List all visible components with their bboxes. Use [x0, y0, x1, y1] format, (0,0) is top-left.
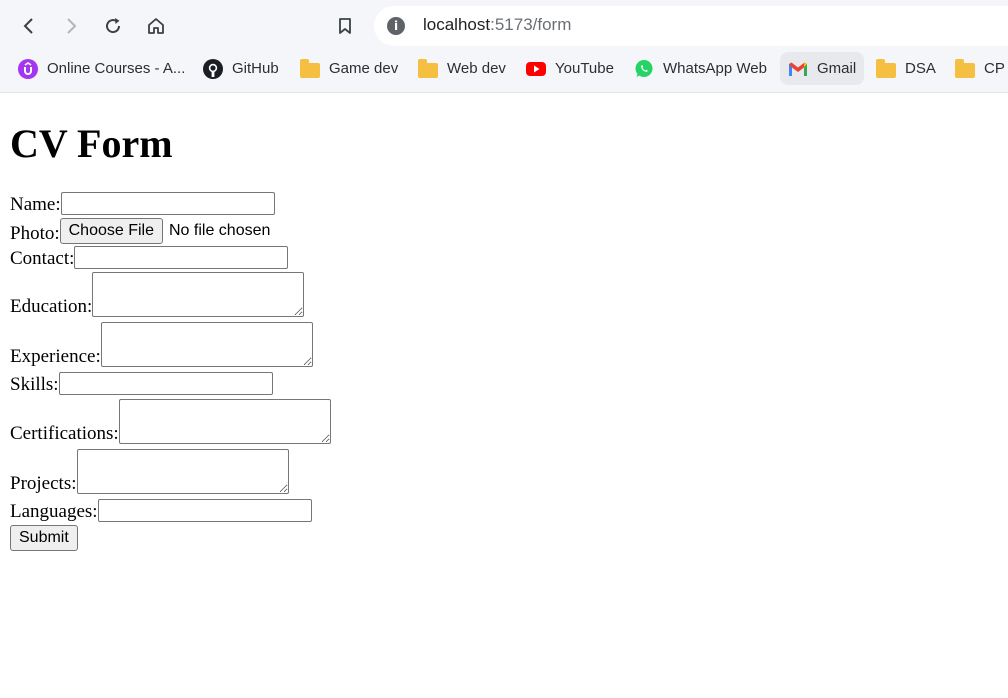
skills-row: Skills: [10, 372, 273, 395]
skills-label: Skills: [10, 374, 59, 395]
photo-label: Photo: [10, 223, 60, 244]
bookmark-star-button[interactable] [330, 11, 360, 41]
youtube-icon [526, 59, 546, 79]
bookmark-game-dev[interactable]: Game dev [300, 52, 398, 85]
home-button[interactable] [141, 11, 171, 41]
folder-icon [418, 58, 438, 79]
home-icon [148, 18, 164, 34]
languages-input[interactable] [97, 499, 312, 522]
back-button[interactable] [14, 11, 44, 41]
bookmark-label: Gmail [817, 60, 857, 77]
bookmark-dsa[interactable]: DSA [876, 52, 936, 85]
submit-row: Submit [10, 525, 78, 551]
address-bar[interactable]: i localhost:5173/form [374, 6, 1008, 46]
back-arrow-icon [23, 18, 33, 34]
folder-icon [955, 58, 975, 79]
gmail-icon [788, 59, 808, 79]
reload-button[interactable] [98, 11, 128, 41]
education-textarea[interactable] [92, 272, 305, 317]
no-file-text: No file chosen [169, 222, 271, 239]
photo-row: Photo: Choose File No file chosen [10, 218, 270, 244]
certifications-label: Certifications: [10, 423, 119, 444]
bookmark-label: YouTube [555, 60, 614, 77]
forward-button[interactable] [56, 11, 86, 41]
folder-icon [876, 58, 896, 79]
name-input[interactable] [60, 192, 275, 215]
projects-label: Projects: [10, 473, 77, 494]
site-info-icon[interactable]: i [387, 17, 405, 35]
projects-row: Projects: [10, 449, 289, 494]
projects-textarea[interactable] [76, 449, 289, 494]
choose-file-button[interactable]: Choose File [59, 218, 163, 244]
certifications-row: Certifications: [10, 399, 331, 444]
bookmark-label: CP [984, 60, 1005, 77]
forward-arrow-icon [67, 18, 77, 34]
browser-chrome: i localhost:5173/form Online Courses - A… [0, 0, 1008, 93]
bookmark-label: WhatsApp Web [663, 60, 767, 77]
reload-icon [106, 18, 121, 34]
whatsapp-icon [634, 59, 654, 79]
github-icon [203, 58, 223, 79]
bookmark-cp[interactable]: CP [955, 52, 1005, 85]
languages-label: Languages: [10, 501, 98, 522]
bookmark-whatsapp[interactable]: WhatsApp Web [634, 52, 767, 85]
contact-input[interactable] [74, 246, 289, 269]
education-label: Education: [10, 296, 93, 317]
contact-row: Contact: [10, 246, 289, 269]
experience-label: Experience: [10, 346, 101, 367]
bookmark-label: Game dev [329, 60, 399, 77]
submit-button[interactable]: Submit [10, 525, 78, 551]
bookmark-label: Online Courses - A... [47, 60, 186, 77]
bookmark-online-courses[interactable]: Online Courses - A... [18, 52, 185, 85]
bookmark-label: Web dev [447, 60, 506, 77]
udemy-icon [18, 58, 38, 79]
url-text[interactable]: localhost:5173/form [423, 15, 571, 35]
education-row: Education: [10, 272, 305, 317]
bookmark-label: GitHub [232, 60, 279, 77]
bookmark-github[interactable]: GitHub [203, 52, 279, 85]
page-content: CV Form Name: Photo: Choose File No file… [10, 92, 1008, 698]
name-row: Name: [10, 192, 275, 215]
name-label: Name: [10, 194, 61, 215]
skills-input[interactable] [58, 372, 273, 395]
experience-textarea[interactable] [100, 322, 313, 367]
certifications-textarea[interactable] [118, 399, 331, 444]
experience-row: Experience: [10, 322, 313, 367]
bookmark-icon [339, 18, 351, 34]
bookmark-label: DSA [905, 60, 936, 77]
bookmark-web-dev[interactable]: Web dev [418, 52, 506, 85]
languages-row: Languages: [10, 499, 312, 522]
page-title: CV Form [10, 121, 173, 166]
bookmark-youtube[interactable]: YouTube [526, 52, 614, 85]
bookmark-gmail[interactable]: Gmail [780, 52, 865, 85]
contact-label: Contact: [10, 248, 75, 269]
folder-icon [300, 58, 320, 79]
